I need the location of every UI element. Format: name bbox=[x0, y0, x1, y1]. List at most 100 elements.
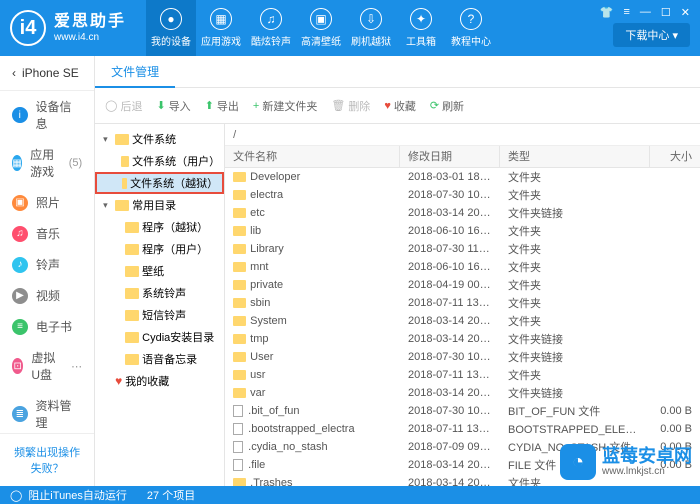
file-row[interactable]: lib2018-06-10 16:52:…文件夹 bbox=[225, 222, 700, 240]
tree-item-10[interactable]: 语音备忘录 bbox=[95, 348, 224, 370]
sidebar-item-6[interactable]: ≡电子书 bbox=[0, 311, 94, 342]
file-row[interactable]: .bit_of_fun2018-07-30 10:34:…BIT_OF_FUN … bbox=[225, 402, 700, 420]
file-name: etc bbox=[225, 207, 400, 219]
back-button[interactable]: ◯后退 bbox=[105, 98, 142, 114]
folder-icon bbox=[125, 332, 139, 343]
tab-file-management[interactable]: 文件管理 bbox=[95, 56, 175, 88]
file-row[interactable]: User2018-07-30 10:34:…文件夹链接 bbox=[225, 348, 700, 366]
download-center-button[interactable]: 下载中心 ▾ bbox=[613, 23, 690, 47]
file-icon bbox=[233, 423, 243, 435]
tree-item-0[interactable]: ▾文件系统 bbox=[95, 128, 224, 150]
tree-item-6[interactable]: 壁纸 bbox=[95, 260, 224, 282]
tree-item-7[interactable]: 系统铃声 bbox=[95, 282, 224, 304]
tree-label: 常用目录 bbox=[132, 197, 176, 213]
close-icon[interactable]: ✕ bbox=[681, 6, 690, 19]
file-type: 文件夹链接 bbox=[500, 385, 650, 401]
tree-item-3[interactable]: ▾ 常用目录 bbox=[95, 194, 224, 216]
file-row[interactable]: .bootstrapped_electra2018-07-11 13:24:…B… bbox=[225, 420, 700, 438]
tree-item-8[interactable]: 短信铃声 bbox=[95, 304, 224, 326]
file-row[interactable]: etc2018-03-14 20:23:…文件夹链接 bbox=[225, 204, 700, 222]
file-row[interactable]: electra2018-07-30 10:34:…文件夹 bbox=[225, 186, 700, 204]
file-row[interactable]: tmp2018-03-14 20:23:…文件夹链接 bbox=[225, 330, 700, 348]
file-row[interactable]: .file2018-03-14 20:18:…FILE 文件0.00 B bbox=[225, 456, 700, 474]
tree-item-11[interactable]: ♥我的收藏 bbox=[95, 370, 224, 392]
expand-icon[interactable]: ▾ bbox=[103, 200, 112, 211]
file-type: FILE 文件 bbox=[500, 457, 650, 473]
sidebar-icon: ≡ bbox=[12, 319, 28, 335]
file-row[interactable]: System2018-03-14 20:18:…文件夹 bbox=[225, 312, 700, 330]
tree-label: Cydia安装目录 bbox=[142, 329, 214, 345]
expand-icon[interactable]: ▾ bbox=[103, 134, 112, 145]
file-row[interactable]: .cydia_no_stash2018-07-09 09:49:…CYDIA_N… bbox=[225, 438, 700, 456]
tree-item-1[interactable]: 文件系统（用户） bbox=[95, 150, 224, 172]
file-row[interactable]: mnt2018-06-10 16:52:…文件夹 bbox=[225, 258, 700, 276]
nav-tab-4[interactable]: ⇩刷机越狱 bbox=[346, 0, 396, 56]
file-row[interactable]: usr2018-07-11 13:48:…文件夹 bbox=[225, 366, 700, 384]
itunes-toggle[interactable]: ◯ 阻止iTunes自动运行 bbox=[10, 487, 127, 503]
file-name: mnt bbox=[225, 261, 400, 273]
folder-icon bbox=[233, 280, 246, 290]
sidebar-item-8[interactable]: ≣资料管理 bbox=[0, 390, 94, 433]
folder-icon bbox=[125, 288, 139, 299]
file-row[interactable]: .Trashes2018-03-14 20:23:…文件夹 bbox=[225, 474, 700, 486]
column-date[interactable]: 修改日期 bbox=[400, 146, 500, 167]
back-icon: ◯ bbox=[105, 99, 117, 112]
file-row[interactable]: sbin2018-07-11 13:24:…文件夹 bbox=[225, 294, 700, 312]
file-row[interactable]: var2018-03-14 20:23:…文件夹链接 bbox=[225, 384, 700, 402]
file-size: 0.00 B bbox=[650, 405, 700, 417]
import-button[interactable]: ⬇导入 bbox=[156, 98, 190, 114]
favorite-button[interactable]: ♥收藏 bbox=[384, 98, 416, 114]
sidebar-item-4[interactable]: ♪铃声 bbox=[0, 249, 94, 280]
refresh-button[interactable]: ⟳刷新 bbox=[430, 98, 464, 114]
nav-tab-1[interactable]: ▦应用游戏 bbox=[196, 0, 246, 56]
nav-tab-0[interactable]: ●我的设备 bbox=[146, 0, 196, 56]
path-bar[interactable]: / bbox=[225, 124, 700, 146]
file-type: 文件夹 bbox=[500, 187, 650, 203]
sidebar-item-0[interactable]: i设备信息 bbox=[0, 91, 94, 139]
column-type[interactable]: 类型 bbox=[500, 146, 650, 167]
sidebar-icon: ≣ bbox=[12, 406, 28, 422]
skin-icon[interactable]: 👕 bbox=[600, 6, 614, 19]
file-row[interactable]: Developer2018-03-01 18:08:…文件夹 bbox=[225, 168, 700, 186]
file-name: .bootstrapped_electra bbox=[225, 423, 400, 435]
sidebar-item-3[interactable]: ♫音乐 bbox=[0, 218, 94, 249]
tree-item-5[interactable]: 程序（用户） bbox=[95, 238, 224, 260]
file-date: 2018-03-01 18:08:… bbox=[400, 171, 500, 183]
folder-icon bbox=[125, 244, 139, 255]
sidebar-item-2[interactable]: ▣照片 bbox=[0, 187, 94, 218]
file-date: 2018-03-14 20:23:… bbox=[400, 387, 500, 399]
nav-tab-2[interactable]: ♫酷炫铃声 bbox=[246, 0, 296, 56]
tree-item-2[interactable]: 文件系统（越狱） bbox=[95, 172, 224, 194]
column-name[interactable]: 文件名称 bbox=[225, 146, 400, 167]
export-button[interactable]: ⬆导出 bbox=[205, 98, 239, 114]
new-folder-button[interactable]: +新建文件夹 bbox=[253, 98, 317, 114]
column-size[interactable]: 大小 bbox=[650, 146, 700, 167]
sidebar-label: 音乐 bbox=[36, 225, 60, 242]
folder-icon bbox=[233, 172, 246, 182]
tree-item-9[interactable]: Cydia安装目录 bbox=[95, 326, 224, 348]
sidebar-count: ⋯ bbox=[71, 360, 82, 373]
delete-icon: 🗑 bbox=[331, 99, 345, 112]
app-url: www.i4.cn bbox=[54, 32, 126, 44]
nav-tab-5[interactable]: ✦工具箱 bbox=[396, 0, 446, 56]
sidebar-label: 铃声 bbox=[36, 256, 60, 273]
app-title: 爱思助手 bbox=[54, 12, 126, 31]
tree-item-4[interactable]: 程序（越狱） bbox=[95, 216, 224, 238]
nav-tab-6[interactable]: ?教程中心 bbox=[446, 0, 496, 56]
sidebar-item-5[interactable]: ▶视频 bbox=[0, 280, 94, 311]
maximize-icon[interactable]: ☐ bbox=[661, 6, 671, 19]
chevron-left-icon[interactable]: ‹ bbox=[12, 66, 16, 80]
device-selector[interactable]: ‹ iPhone SE bbox=[0, 56, 94, 91]
help-link[interactable]: 频繁出现操作失败？ bbox=[0, 433, 94, 486]
file-size: 0.00 B bbox=[650, 441, 700, 453]
nav-tab-3[interactable]: ▣高清壁纸 bbox=[296, 0, 346, 56]
delete-button[interactable]: 🗑删除 bbox=[331, 98, 370, 114]
sidebar-item-7[interactable]: ⊡虚拟U盘⋯ bbox=[0, 342, 94, 390]
window-controls: 👕 ≡ — ☐ ✕ bbox=[600, 6, 690, 19]
sidebar-item-1[interactable]: ▦应用游戏(5) bbox=[0, 139, 94, 187]
minimize-icon[interactable]: — bbox=[640, 6, 651, 19]
file-row[interactable]: Library2018-07-30 11:08:…文件夹 bbox=[225, 240, 700, 258]
file-row[interactable]: private2018-04-19 00:49:…文件夹 bbox=[225, 276, 700, 294]
export-icon: ⬆ bbox=[205, 99, 214, 112]
feedback-icon[interactable]: ≡ bbox=[623, 6, 629, 19]
